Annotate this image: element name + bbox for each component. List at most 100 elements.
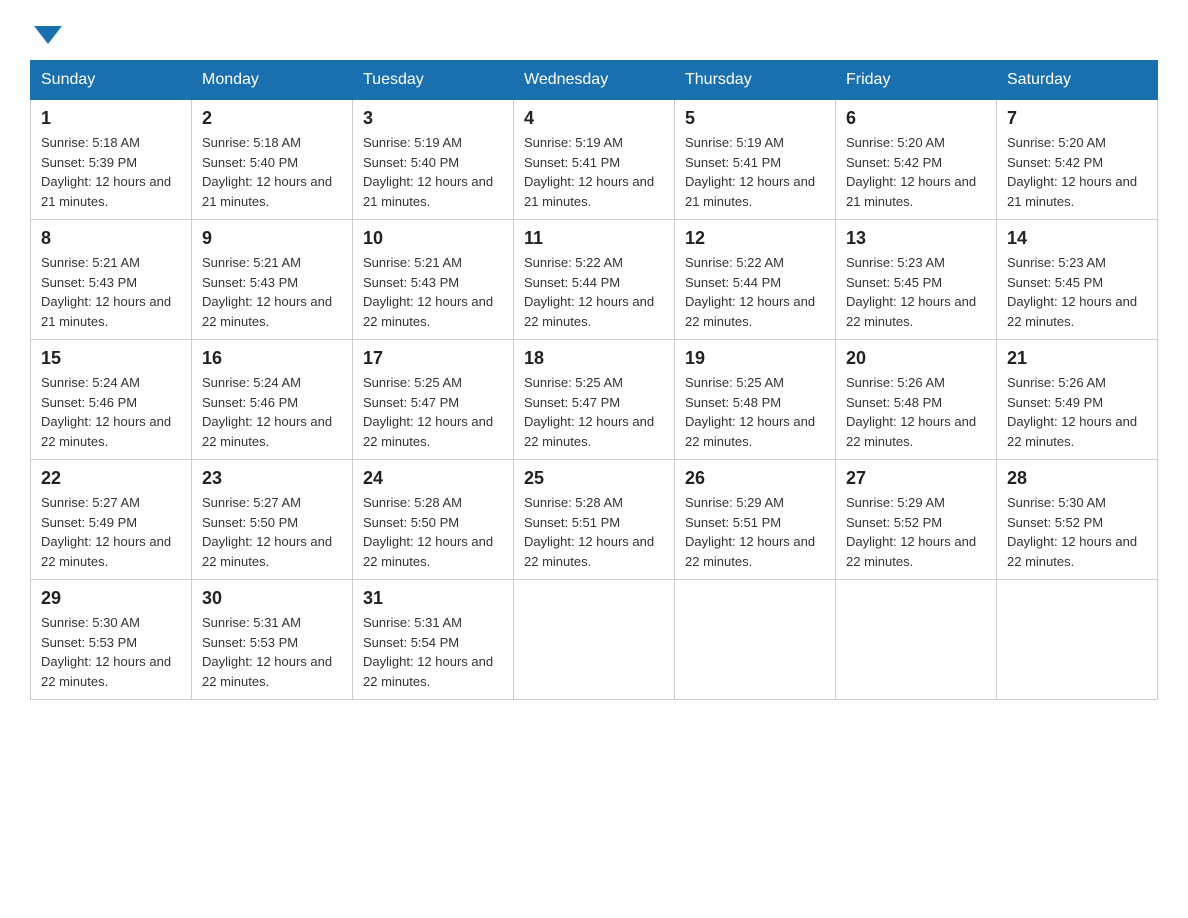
- day-cell: 26 Sunrise: 5:29 AMSunset: 5:51 PMDaylig…: [675, 460, 836, 580]
- day-number: 23: [202, 468, 342, 489]
- day-cell: [675, 580, 836, 700]
- day-cell: 11 Sunrise: 5:22 AMSunset: 5:44 PMDaylig…: [514, 220, 675, 340]
- day-cell: 28 Sunrise: 5:30 AMSunset: 5:52 PMDaylig…: [997, 460, 1158, 580]
- day-info: Sunrise: 5:24 AMSunset: 5:46 PMDaylight:…: [41, 375, 171, 449]
- day-info: Sunrise: 5:29 AMSunset: 5:52 PMDaylight:…: [846, 495, 976, 569]
- header-cell-saturday: Saturday: [997, 61, 1158, 100]
- day-number: 29: [41, 588, 181, 609]
- day-number: 18: [524, 348, 664, 369]
- day-cell: 27 Sunrise: 5:29 AMSunset: 5:52 PMDaylig…: [836, 460, 997, 580]
- day-number: 30: [202, 588, 342, 609]
- day-cell: 4 Sunrise: 5:19 AMSunset: 5:41 PMDayligh…: [514, 100, 675, 220]
- day-cell: 16 Sunrise: 5:24 AMSunset: 5:46 PMDaylig…: [192, 340, 353, 460]
- day-cell: 19 Sunrise: 5:25 AMSunset: 5:48 PMDaylig…: [675, 340, 836, 460]
- header-cell-wednesday: Wednesday: [514, 61, 675, 100]
- day-info: Sunrise: 5:25 AMSunset: 5:47 PMDaylight:…: [524, 375, 654, 449]
- calendar-table: SundayMondayTuesdayWednesdayThursdayFrid…: [30, 60, 1158, 700]
- day-number: 9: [202, 228, 342, 249]
- day-info: Sunrise: 5:20 AMSunset: 5:42 PMDaylight:…: [1007, 135, 1137, 209]
- day-number: 16: [202, 348, 342, 369]
- day-cell: 8 Sunrise: 5:21 AMSunset: 5:43 PMDayligh…: [31, 220, 192, 340]
- day-number: 17: [363, 348, 503, 369]
- day-cell: 15 Sunrise: 5:24 AMSunset: 5:46 PMDaylig…: [31, 340, 192, 460]
- header-cell-monday: Monday: [192, 61, 353, 100]
- day-info: Sunrise: 5:28 AMSunset: 5:50 PMDaylight:…: [363, 495, 493, 569]
- day-info: Sunrise: 5:31 AMSunset: 5:53 PMDaylight:…: [202, 615, 332, 689]
- day-info: Sunrise: 5:21 AMSunset: 5:43 PMDaylight:…: [363, 255, 493, 329]
- day-info: Sunrise: 5:19 AMSunset: 5:40 PMDaylight:…: [363, 135, 493, 209]
- day-cell: 12 Sunrise: 5:22 AMSunset: 5:44 PMDaylig…: [675, 220, 836, 340]
- day-number: 3: [363, 108, 503, 129]
- day-cell: [836, 580, 997, 700]
- header-cell-tuesday: Tuesday: [353, 61, 514, 100]
- day-number: 24: [363, 468, 503, 489]
- day-number: 12: [685, 228, 825, 249]
- day-number: 28: [1007, 468, 1147, 489]
- day-info: Sunrise: 5:19 AMSunset: 5:41 PMDaylight:…: [685, 135, 815, 209]
- page-header: [30, 20, 1158, 42]
- day-info: Sunrise: 5:21 AMSunset: 5:43 PMDaylight:…: [41, 255, 171, 329]
- day-cell: 1 Sunrise: 5:18 AMSunset: 5:39 PMDayligh…: [31, 100, 192, 220]
- day-info: Sunrise: 5:29 AMSunset: 5:51 PMDaylight:…: [685, 495, 815, 569]
- week-row-1: 1 Sunrise: 5:18 AMSunset: 5:39 PMDayligh…: [31, 100, 1158, 220]
- day-cell: 6 Sunrise: 5:20 AMSunset: 5:42 PMDayligh…: [836, 100, 997, 220]
- day-number: 31: [363, 588, 503, 609]
- day-number: 22: [41, 468, 181, 489]
- logo-arrow-icon: [34, 26, 62, 44]
- header-row: SundayMondayTuesdayWednesdayThursdayFrid…: [31, 61, 1158, 100]
- day-info: Sunrise: 5:25 AMSunset: 5:48 PMDaylight:…: [685, 375, 815, 449]
- week-row-2: 8 Sunrise: 5:21 AMSunset: 5:43 PMDayligh…: [31, 220, 1158, 340]
- day-info: Sunrise: 5:31 AMSunset: 5:54 PMDaylight:…: [363, 615, 493, 689]
- day-info: Sunrise: 5:22 AMSunset: 5:44 PMDaylight:…: [524, 255, 654, 329]
- day-info: Sunrise: 5:18 AMSunset: 5:39 PMDaylight:…: [41, 135, 171, 209]
- day-info: Sunrise: 5:21 AMSunset: 5:43 PMDaylight:…: [202, 255, 332, 329]
- week-row-4: 22 Sunrise: 5:27 AMSunset: 5:49 PMDaylig…: [31, 460, 1158, 580]
- day-number: 26: [685, 468, 825, 489]
- day-number: 27: [846, 468, 986, 489]
- day-cell: 7 Sunrise: 5:20 AMSunset: 5:42 PMDayligh…: [997, 100, 1158, 220]
- day-number: 11: [524, 228, 664, 249]
- day-cell: 25 Sunrise: 5:28 AMSunset: 5:51 PMDaylig…: [514, 460, 675, 580]
- day-number: 5: [685, 108, 825, 129]
- day-cell: 2 Sunrise: 5:18 AMSunset: 5:40 PMDayligh…: [192, 100, 353, 220]
- day-info: Sunrise: 5:27 AMSunset: 5:49 PMDaylight:…: [41, 495, 171, 569]
- day-cell: 13 Sunrise: 5:23 AMSunset: 5:45 PMDaylig…: [836, 220, 997, 340]
- day-cell: 5 Sunrise: 5:19 AMSunset: 5:41 PMDayligh…: [675, 100, 836, 220]
- day-number: 8: [41, 228, 181, 249]
- logo: [30, 20, 62, 42]
- day-number: 10: [363, 228, 503, 249]
- logo-top: [30, 20, 62, 44]
- day-info: Sunrise: 5:27 AMSunset: 5:50 PMDaylight:…: [202, 495, 332, 569]
- day-cell: [997, 580, 1158, 700]
- day-info: Sunrise: 5:25 AMSunset: 5:47 PMDaylight:…: [363, 375, 493, 449]
- day-number: 2: [202, 108, 342, 129]
- day-cell: 18 Sunrise: 5:25 AMSunset: 5:47 PMDaylig…: [514, 340, 675, 460]
- day-cell: 10 Sunrise: 5:21 AMSunset: 5:43 PMDaylig…: [353, 220, 514, 340]
- day-info: Sunrise: 5:30 AMSunset: 5:52 PMDaylight:…: [1007, 495, 1137, 569]
- day-number: 21: [1007, 348, 1147, 369]
- day-cell: 21 Sunrise: 5:26 AMSunset: 5:49 PMDaylig…: [997, 340, 1158, 460]
- day-info: Sunrise: 5:18 AMSunset: 5:40 PMDaylight:…: [202, 135, 332, 209]
- day-cell: 23 Sunrise: 5:27 AMSunset: 5:50 PMDaylig…: [192, 460, 353, 580]
- day-cell: 14 Sunrise: 5:23 AMSunset: 5:45 PMDaylig…: [997, 220, 1158, 340]
- day-info: Sunrise: 5:22 AMSunset: 5:44 PMDaylight:…: [685, 255, 815, 329]
- week-row-3: 15 Sunrise: 5:24 AMSunset: 5:46 PMDaylig…: [31, 340, 1158, 460]
- day-cell: 29 Sunrise: 5:30 AMSunset: 5:53 PMDaylig…: [31, 580, 192, 700]
- day-number: 13: [846, 228, 986, 249]
- day-number: 20: [846, 348, 986, 369]
- day-info: Sunrise: 5:24 AMSunset: 5:46 PMDaylight:…: [202, 375, 332, 449]
- header-cell-friday: Friday: [836, 61, 997, 100]
- day-info: Sunrise: 5:28 AMSunset: 5:51 PMDaylight:…: [524, 495, 654, 569]
- day-number: 25: [524, 468, 664, 489]
- day-cell: 30 Sunrise: 5:31 AMSunset: 5:53 PMDaylig…: [192, 580, 353, 700]
- day-info: Sunrise: 5:23 AMSunset: 5:45 PMDaylight:…: [846, 255, 976, 329]
- day-info: Sunrise: 5:19 AMSunset: 5:41 PMDaylight:…: [524, 135, 654, 209]
- day-number: 19: [685, 348, 825, 369]
- day-number: 4: [524, 108, 664, 129]
- day-info: Sunrise: 5:23 AMSunset: 5:45 PMDaylight:…: [1007, 255, 1137, 329]
- day-cell: 3 Sunrise: 5:19 AMSunset: 5:40 PMDayligh…: [353, 100, 514, 220]
- day-cell: 9 Sunrise: 5:21 AMSunset: 5:43 PMDayligh…: [192, 220, 353, 340]
- calendar-header: SundayMondayTuesdayWednesdayThursdayFrid…: [31, 61, 1158, 100]
- header-cell-sunday: Sunday: [31, 61, 192, 100]
- header-cell-thursday: Thursday: [675, 61, 836, 100]
